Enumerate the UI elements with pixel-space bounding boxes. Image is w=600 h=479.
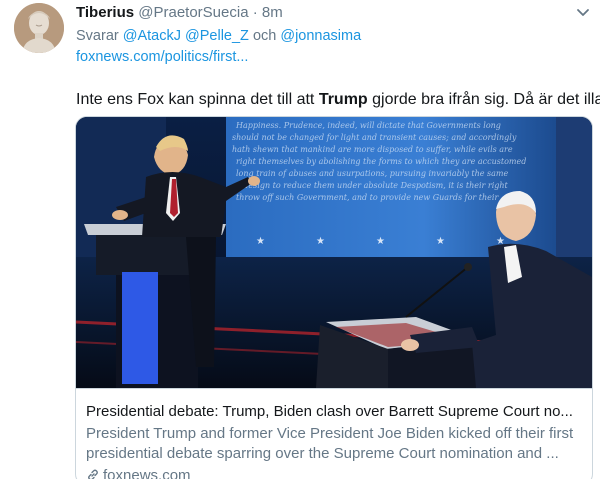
reply-prefix: Svarar <box>76 28 119 44</box>
tweet-text-end: gjorde bra ifrån sig. Då är det illa. <box>367 91 600 108</box>
link-preview-card[interactable]: Happiness. Prudence, indeed, will dictat… <box>75 116 593 479</box>
svg-text:should not be changed for ligh: should not be changed for light and tran… <box>232 133 517 142</box>
svg-text:★: ★ <box>376 236 385 247</box>
svg-text:★: ★ <box>436 236 445 247</box>
card-domain-text: foxnews.com <box>103 467 191 479</box>
tweet-link[interactable]: foxnews.com/politics/first... <box>76 48 248 66</box>
display-name[interactable]: Tiberius <box>76 4 134 21</box>
reply-context: Svarar @AtackJ @Pelle_Z och @jonnasima <box>76 27 361 45</box>
mention-jonnasima[interactable]: @jonnasima <box>280 28 361 44</box>
svg-text:hath shewn that mankind are mo: hath shewn that mankind are more dispose… <box>232 145 513 154</box>
debate-stage-photo: Happiness. Prudence, indeed, will dictat… <box>76 117 592 388</box>
svg-text:long train of abuses and usurp: long train of abuses and usurpations, pu… <box>236 169 508 178</box>
card-domain[interactable]: foxnews.com <box>86 466 582 479</box>
svg-text:a design to reduce them under: a design to reduce them under absolute D… <box>236 181 509 190</box>
user-handle[interactable]: @PraetorSuecia <box>138 4 248 21</box>
tweet[interactable]: Tiberius @PraetorSuecia · 8m Svarar @Ata… <box>0 0 600 479</box>
svg-text:★: ★ <box>256 236 265 247</box>
card-text[interactable]: Presidential debate: Trump, Biden clash … <box>76 388 592 479</box>
card-image[interactable]: Happiness. Prudence, indeed, will dictat… <box>76 117 592 388</box>
link-icon <box>88 469 98 479</box>
card-description: President Trump and former Vice Presiden… <box>86 424 582 464</box>
chevron-down-icon[interactable] <box>574 6 592 20</box>
svg-text:right themselves by abolishing: right themselves by abolishing the forms… <box>236 157 526 166</box>
tweet-header: Tiberius @PraetorSuecia · 8m <box>76 4 283 22</box>
card-description-line-2: presidential debate sparring over the Su… <box>86 445 559 462</box>
mention-atackj[interactable]: @AtackJ <box>123 28 181 44</box>
reply-conjunction: och <box>252 28 277 44</box>
timestamp[interactable]: 8m <box>262 4 283 21</box>
mention-pelle-z[interactable]: @Pelle_Z <box>185 28 249 44</box>
svg-text:★: ★ <box>316 236 325 247</box>
svg-text:Happiness. Prudence, indeed, w: Happiness. Prudence, indeed, will dictat… <box>235 121 501 130</box>
avatar[interactable] <box>14 3 64 53</box>
tweet-text: Inte ens Fox kan spinna det till att Tru… <box>76 90 600 110</box>
bust-statue-avatar <box>14 3 64 53</box>
card-description-line-1: President Trump and former Vice Presiden… <box>86 425 574 442</box>
card-title[interactable]: Presidential debate: Trump, Biden clash … <box>86 402 582 421</box>
tweet-text-start: Inte ens Fox kan spinna det till att <box>76 91 319 108</box>
tweet-text-bold: Trump <box>318 91 368 108</box>
separator-dot: · <box>252 4 258 21</box>
svg-text:throw off such Government, and: throw off such Government, and to provid… <box>236 193 499 202</box>
